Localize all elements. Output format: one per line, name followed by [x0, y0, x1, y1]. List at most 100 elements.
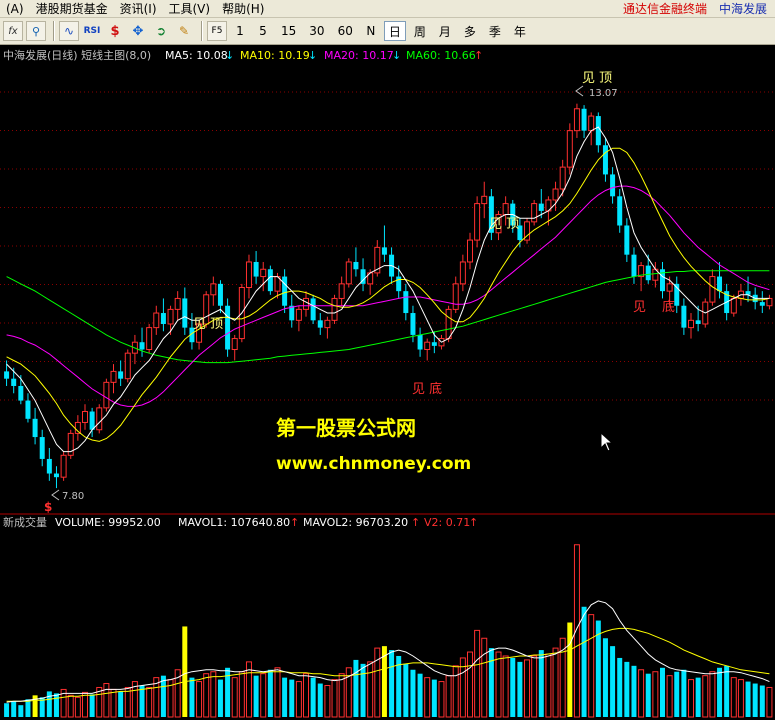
candle-body	[417, 334, 423, 350]
rsi-icon[interactable]: RSI	[82, 21, 102, 41]
search-icon[interactable]: ⚲	[26, 21, 46, 41]
moving-average-lines	[6, 126, 770, 453]
volume-bar	[410, 669, 416, 717]
menu-item-help[interactable]: 帮助(H)	[216, 0, 270, 18]
candle-body	[610, 174, 616, 197]
candle-body	[267, 269, 273, 292]
volume-bar	[303, 673, 310, 718]
volume-bar	[573, 544, 580, 718]
volume-bar	[624, 661, 630, 717]
low-marker-arrow	[51, 489, 60, 501]
candle-body	[595, 116, 601, 146]
volume-bar	[538, 650, 544, 717]
menu-item-info[interactable]: 资讯(I)	[114, 0, 163, 18]
candle-body	[146, 327, 153, 351]
exit-icon[interactable]: ➲	[151, 21, 171, 41]
buy-signal-icon: $	[44, 500, 52, 514]
move-icon[interactable]: ✥	[128, 21, 148, 41]
candle-body	[466, 239, 473, 263]
down-arrow-icon: ↓	[392, 49, 401, 62]
period-week[interactable]: 周	[409, 21, 431, 41]
fx-icon[interactable]: fx	[3, 21, 23, 41]
period-60min[interactable]: 60	[333, 21, 358, 41]
menu-item-tools[interactable]: 工具(V)	[163, 0, 217, 18]
high-marker-arrow	[575, 85, 584, 97]
volume-bar	[631, 665, 637, 717]
candle-body	[688, 319, 695, 329]
period-30min[interactable]: 30	[304, 21, 329, 41]
candle-body	[410, 313, 416, 335]
candle-body	[139, 342, 145, 350]
volume-bar	[581, 606, 587, 717]
ma5-line	[6, 126, 770, 453]
period-month[interactable]: 月	[434, 21, 456, 41]
candle-body	[681, 305, 687, 328]
volume-bar	[481, 637, 488, 718]
candle-body	[182, 298, 188, 328]
wave-icon[interactable]: ∿	[59, 21, 79, 41]
volume-panel-title: 新成交量	[3, 515, 47, 529]
volume-bar	[681, 669, 687, 717]
period-quarter[interactable]: 季	[484, 21, 506, 41]
volume-bar	[253, 675, 259, 717]
candle-body	[666, 283, 673, 292]
volume-bar	[588, 614, 595, 718]
volume-bar	[324, 685, 331, 718]
candle-body	[25, 400, 31, 419]
ma10-readout: MA10: 10.19	[240, 49, 310, 62]
volume-bar	[317, 683, 323, 717]
volume-bar	[11, 701, 17, 717]
volume-bar	[474, 629, 481, 718]
candle-body	[645, 265, 651, 281]
volume-bar	[524, 659, 531, 718]
candle-body	[96, 407, 103, 431]
candle-body	[210, 283, 217, 296]
volume-bar	[289, 679, 295, 717]
candle-body	[745, 291, 751, 295]
volume-bar	[210, 671, 217, 718]
kline-chart[interactable]: 中海发展(日线) 短线主图(8,0) MA5: 10.08 ↓ MA10: 10…	[0, 45, 775, 720]
volume-bar	[18, 705, 24, 717]
f5-button[interactable]: F5	[207, 21, 227, 41]
candle-body	[559, 166, 566, 190]
volume-bar	[545, 653, 552, 718]
volume-header: 新成交量 VOLUME: 99952.00 MAVOL1: 107640.80 …	[3, 515, 478, 529]
period-1min[interactable]: 1	[230, 21, 250, 41]
volume-bar	[353, 659, 359, 717]
period-5min[interactable]: 5	[253, 21, 273, 41]
bottom-signal-label: 底	[662, 299, 675, 315]
dollar-icon[interactable]: $	[105, 21, 125, 41]
volume-bar	[110, 688, 117, 718]
candle-body	[303, 297, 310, 310]
volume-bar	[146, 686, 153, 718]
volume-bar	[510, 657, 516, 717]
candle-body	[89, 411, 95, 430]
price-header: 中海发展(日线) 短线主图(8,0) MA5: 10.08 ↓ MA10: 10…	[3, 48, 483, 62]
v2-readout: V2: 0.71	[424, 516, 470, 529]
period-year[interactable]: 年	[509, 21, 531, 41]
period-multi[interactable]: 多	[459, 21, 481, 41]
volume-bar	[717, 667, 723, 717]
candle-body	[766, 297, 773, 307]
pen-icon[interactable]: ✎	[174, 21, 194, 41]
candle-body	[153, 312, 160, 329]
volume-bar	[89, 694, 95, 717]
volume-readout: VOLUME: 99952.00	[55, 516, 161, 529]
menu-item-hk-futures[interactable]: 港股期货基金	[30, 0, 114, 18]
period-n[interactable]: N	[361, 21, 381, 41]
up-arrow-icon: ↑	[474, 49, 483, 62]
candle-body	[217, 283, 223, 306]
menu-item-a[interactable]: (A)	[0, 0, 30, 18]
period-15min[interactable]: 15	[276, 21, 301, 41]
candle-body	[338, 283, 345, 299]
period-day[interactable]: 日	[383, 21, 406, 41]
volume-bar	[295, 681, 302, 718]
volume-bar	[139, 685, 145, 717]
volume-bar	[274, 667, 281, 718]
volume-bar	[25, 699, 31, 717]
candle-body	[431, 342, 437, 346]
volume-bar	[645, 673, 651, 717]
candle-body	[730, 297, 737, 314]
candle-body	[552, 188, 559, 201]
candle-body	[260, 268, 267, 278]
